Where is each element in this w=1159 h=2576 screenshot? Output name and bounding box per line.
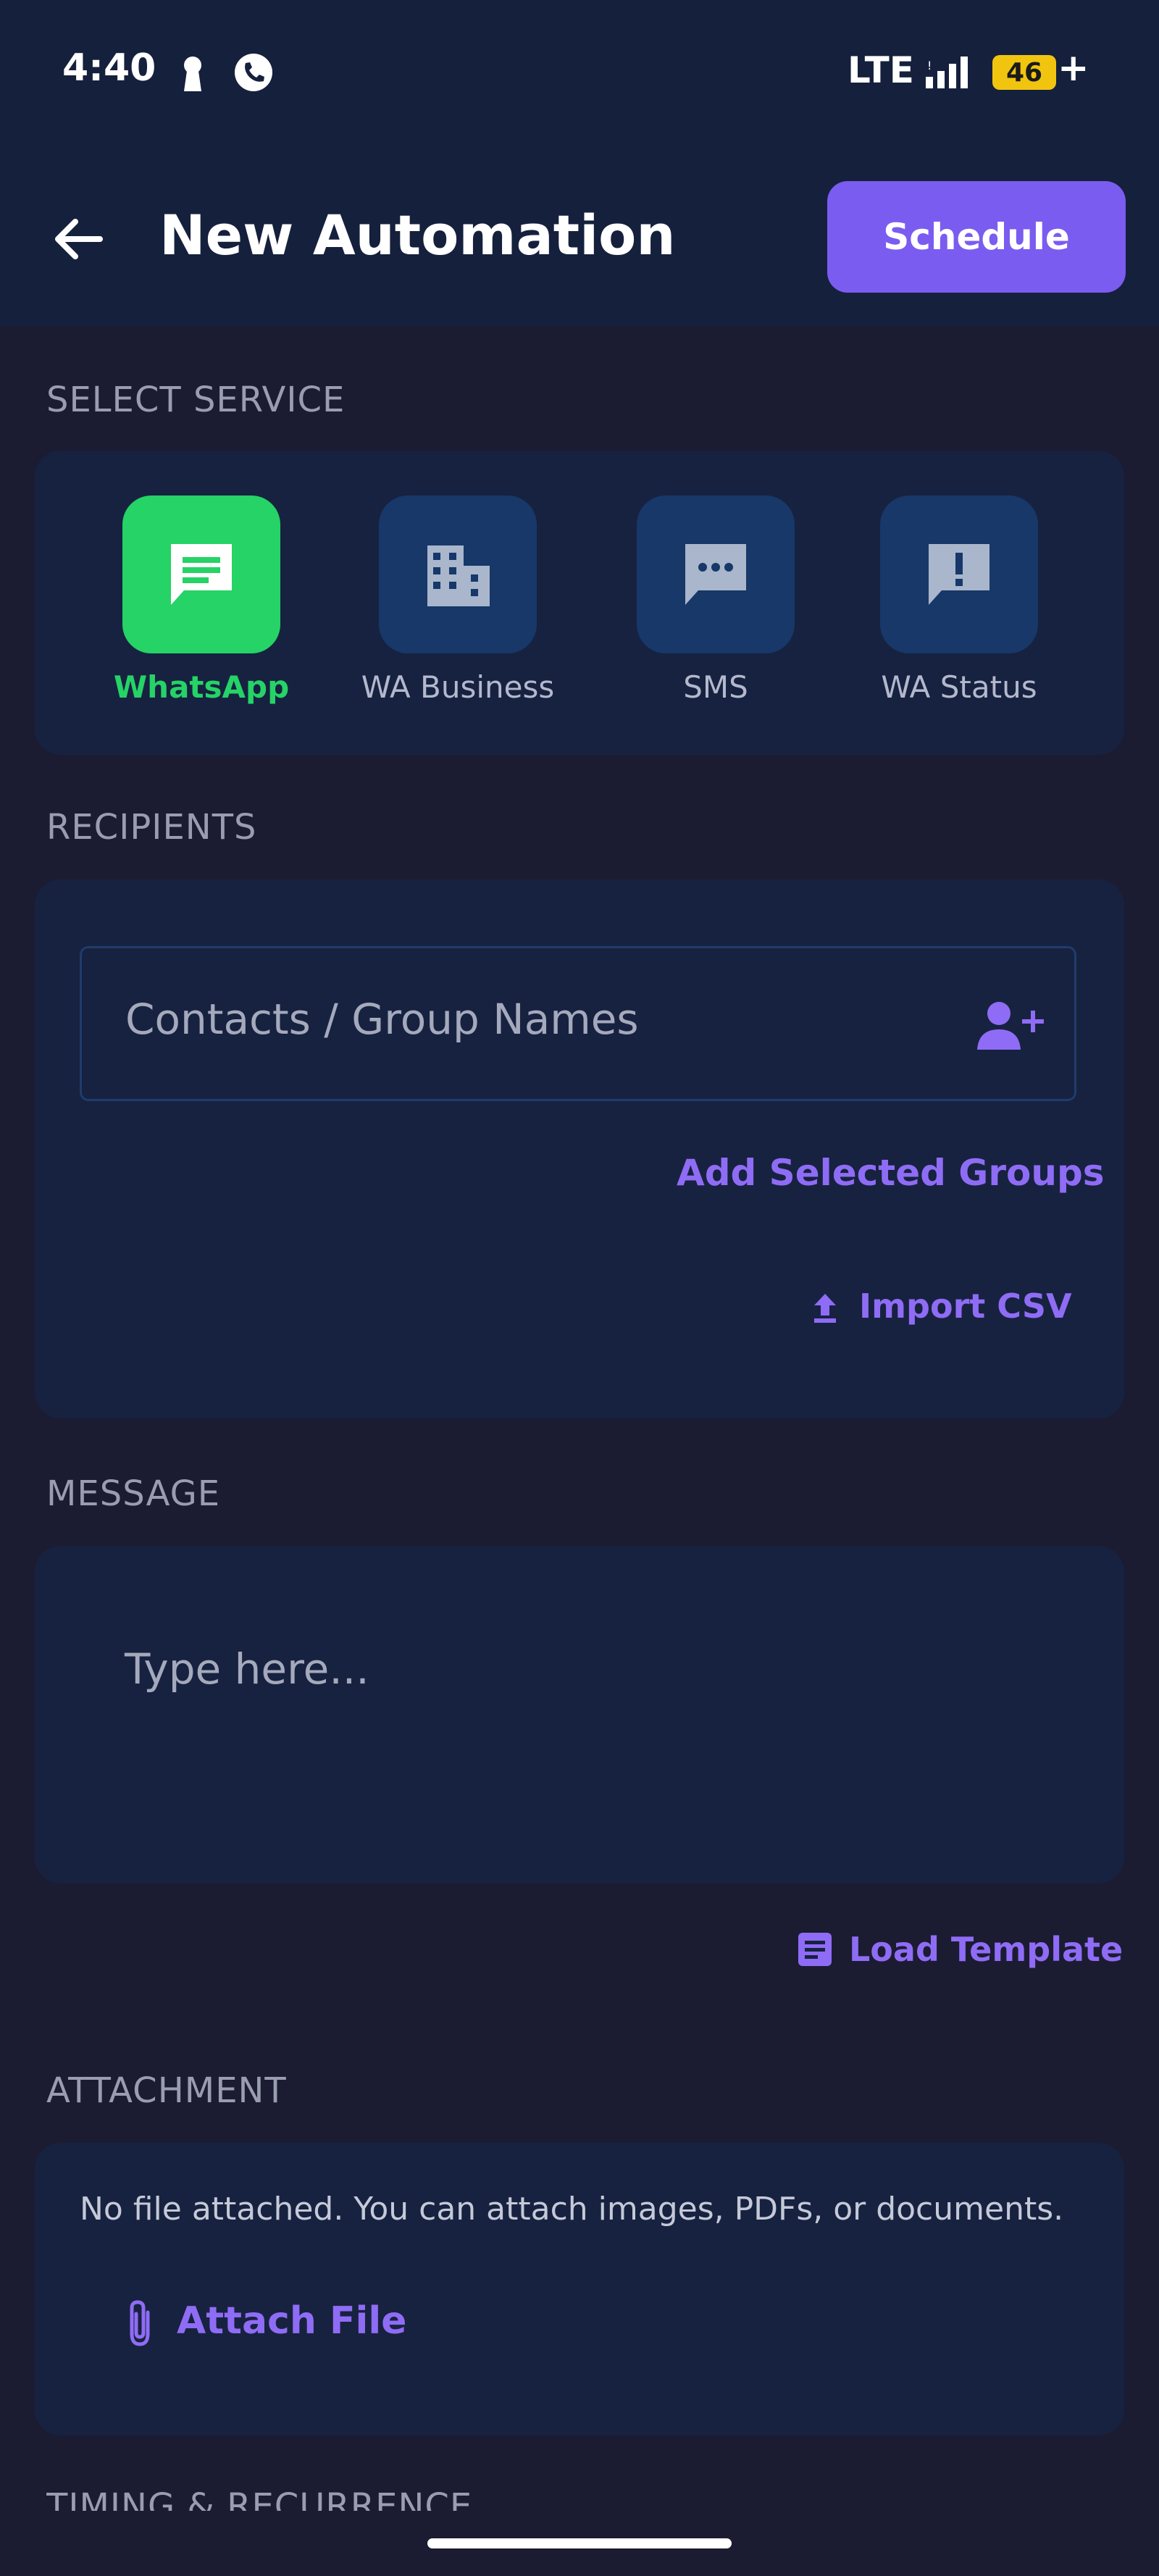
phone-call-icon — [233, 52, 274, 96]
add-selected-groups-link[interactable]: Add Selected Groups — [677, 1152, 1105, 1194]
upload-icon[interactable] — [807, 1289, 843, 1326]
schedule-button[interactable]: Schedule — [827, 181, 1126, 293]
section-timing: TIMING & RECURRENCE — [46, 2486, 473, 2511]
paperclip-icon[interactable] — [123, 2298, 156, 2349]
contacts-input[interactable]: Contacts / Group Names — [80, 946, 1076, 1101]
contacts-placeholder: Contacts / Group Names — [125, 995, 639, 1044]
status-alert-icon — [929, 544, 989, 605]
back-button[interactable] — [43, 210, 116, 268]
battery-level: 46 — [992, 55, 1056, 90]
svg-text:!: ! — [927, 59, 932, 72]
whatsapp-tile — [122, 495, 280, 653]
section-recipients: RECIPIENTS — [46, 807, 257, 848]
battery-charging: + — [1058, 46, 1089, 90]
service-label: SMS — [683, 669, 748, 705]
page-title: New Automation — [159, 203, 676, 267]
signal-icon: ! — [926, 57, 976, 91]
status-time: 4:40 — [62, 46, 156, 90]
sms-icon — [685, 544, 746, 605]
keyhole-icon — [180, 55, 206, 96]
service-sms[interactable]: SMS — [607, 495, 824, 705]
service-whatsapp[interactable]: WhatsApp — [93, 495, 310, 705]
service-label: WA Business — [361, 669, 555, 705]
attach-file-button[interactable]: Attach File — [177, 2299, 406, 2343]
section-select-service: SELECT SERVICE — [46, 380, 346, 420]
section-attachment: ATTACHMENT — [46, 2070, 287, 2111]
service-label: WhatsApp — [113, 669, 290, 705]
add-person-icon[interactable] — [973, 998, 1045, 1058]
arrow-left-icon — [55, 219, 103, 259]
network-type: LTE — [848, 49, 914, 91]
wa-business-tile — [379, 495, 537, 653]
wa-status-tile — [880, 495, 1038, 653]
service-wa-business[interactable]: WA Business — [349, 495, 566, 705]
home-indicator[interactable] — [427, 2538, 732, 2548]
sms-tile — [637, 495, 795, 653]
status-bar — [0, 0, 1159, 145]
message-placeholder: Type here... — [125, 1644, 369, 1694]
service-label: WA Status — [881, 669, 1037, 705]
message-icon — [171, 544, 232, 605]
service-wa-status[interactable]: WA Status — [850, 495, 1068, 705]
template-icon[interactable] — [795, 1930, 834, 1969]
import-csv-link[interactable]: Import CSV — [859, 1287, 1072, 1326]
attachment-card — [35, 2143, 1124, 2435]
message-input[interactable] — [35, 1546, 1124, 1883]
business-icon — [427, 545, 490, 606]
load-template-link[interactable]: Load Template — [849, 1930, 1123, 1969]
attachment-note: No file attached. You can attach images,… — [80, 2191, 1064, 2228]
section-message: MESSAGE — [46, 1473, 221, 1514]
